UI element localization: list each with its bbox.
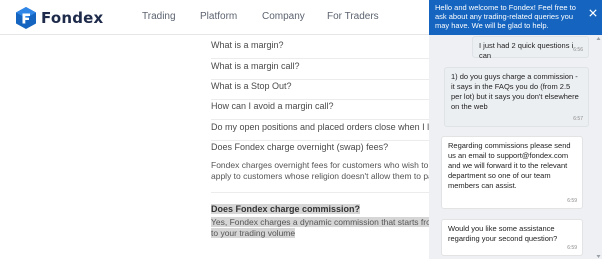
faq-item-commission[interactable]: Does Fondex charge commission? <box>211 199 361 217</box>
message-time: 6:56 <box>573 47 583 53</box>
close-icon[interactable] <box>589 9 597 17</box>
chat-message-agent: Would you like some assistance regarding… <box>441 219 583 256</box>
highlighted-text: to your trading volume <box>211 228 296 238</box>
nav-company[interactable]: Company <box>262 11 305 22</box>
faq-question: What is a Stop Out? <box>211 81 292 91</box>
message-text: Regarding commissions please send us an … <box>448 141 571 190</box>
chat-message-user: I just had 2 quick questions i can 6:56 <box>472 36 589 60</box>
fondex-logo-icon <box>16 7 36 29</box>
message-text: Would you like some assistance regarding… <box>448 224 558 243</box>
faq-question-commission: Does Fondex charge commission? <box>211 204 361 214</box>
message-text: 1) do you guys charge a commission - it … <box>451 72 579 111</box>
faq-answer-commission-line-2: to your trading volume <box>211 227 429 240</box>
faq-question: Does Fondex charge overnight (swap) fees… <box>211 142 389 152</box>
highlighted-text: Yes, Fondex charges a dynamic commission… <box>211 217 429 227</box>
nav-trading[interactable]: Trading <box>142 11 176 22</box>
message-text: I just had 2 quick questions i can <box>479 41 574 60</box>
message-time: 6:59 <box>567 245 577 251</box>
faq-divider <box>211 192 429 193</box>
brand-name: Fondex <box>41 9 104 27</box>
chat-message-agent: Regarding commissions please send us an … <box>441 136 583 209</box>
faq-item-stop-out[interactable]: What is a Stop Out? <box>211 81 429 100</box>
faq-answer-swap-line-2: apply to customers whose religion doesn'… <box>211 171 429 181</box>
chat-welcome-text: Hello and welcome to Fondex! Feel free t… <box>435 3 576 30</box>
brand-logo[interactable]: Fondex <box>14 6 103 30</box>
faq-question: How can I avoid a margin call? <box>211 101 334 111</box>
message-time: 6:59 <box>567 198 577 204</box>
chat-header: Hello and welcome to Fondex! Feel free t… <box>429 0 602 35</box>
faq-question: Do my open positions and placed orders c… <box>211 122 429 132</box>
faq-question: What is a margin? <box>211 40 284 50</box>
message-time: 6:57 <box>573 116 583 122</box>
faq-item-margin[interactable]: What is a margin? <box>211 40 429 59</box>
nav-for-traders[interactable]: For Traders <box>327 11 379 22</box>
live-chat-panel: Hello and welcome to Fondex! Feel free t… <box>429 0 602 259</box>
chat-scrollbar[interactable] <box>596 36 601 259</box>
nav-platform[interactable]: Platform <box>200 11 237 22</box>
chat-message-user: 1) do you guys charge a commission - it … <box>444 67 589 127</box>
faq-item-swap-fees[interactable]: Does Fondex charge overnight (swap) fees… <box>211 142 429 156</box>
faq-item-margin-call[interactable]: What is a margin call? <box>211 61 429 80</box>
faq-item-avoid-margin-call[interactable]: How can I avoid a margin call? <box>211 101 429 120</box>
faq-item-positions-close[interactable]: Do my open positions and placed orders c… <box>211 122 429 141</box>
faq-question: What is a margin call? <box>211 61 300 71</box>
